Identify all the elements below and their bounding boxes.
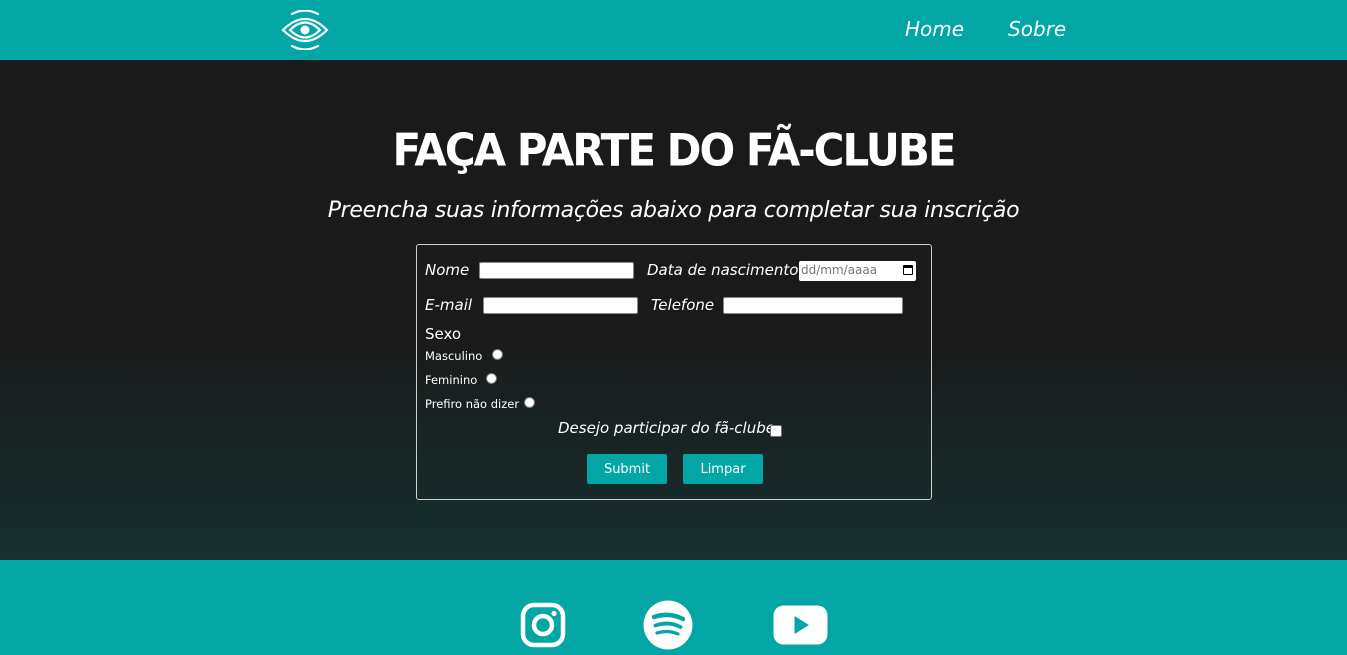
reset-button[interactable]: Limpar bbox=[683, 454, 763, 484]
birth-label: Data de nascimento bbox=[647, 261, 799, 279]
birth-date-input[interactable]: dd/mm/aaaa bbox=[799, 261, 916, 281]
sex-option-prefiro-label: Prefiro não dizer bbox=[425, 397, 520, 411]
spotify-icon[interactable] bbox=[643, 600, 693, 650]
name-input[interactable] bbox=[479, 262, 634, 279]
page-title: Faça parte do fã-clube bbox=[392, 124, 956, 177]
signup-form: Nome Data de nascimento dd/mm/aaaa E-mai… bbox=[416, 244, 932, 500]
main-section: Faça parte do fã-clube Preencha suas inf… bbox=[0, 60, 1347, 560]
sex-prefiro-radio[interactable] bbox=[524, 397, 535, 408]
sex-label: Sexo bbox=[425, 325, 462, 343]
page-subtitle: Preencha suas informações abaixo para co… bbox=[327, 198, 1020, 223]
sex-feminino-radio[interactable] bbox=[486, 373, 497, 384]
sex-masculino-radio[interactable] bbox=[492, 349, 503, 360]
fanclub-checkbox-label: Desejo participar do fã-clube bbox=[558, 419, 775, 437]
phone-label: Telefone bbox=[651, 296, 715, 314]
main-nav: Home Sobre bbox=[905, 17, 1066, 41]
email-input[interactable] bbox=[483, 297, 638, 314]
nav-home-link[interactable]: Home bbox=[905, 17, 964, 41]
fanclub-checkbox[interactable] bbox=[770, 425, 782, 437]
footer bbox=[0, 560, 1347, 655]
youtube-icon[interactable] bbox=[773, 605, 828, 645]
name-label: Nome bbox=[425, 261, 470, 279]
birth-date-placeholder: dd/mm/aaaa bbox=[801, 263, 878, 277]
email-label: E-mail bbox=[425, 296, 473, 314]
header: Home Sobre bbox=[0, 0, 1347, 60]
phone-input[interactable] bbox=[723, 297, 903, 314]
sex-option-feminino-label: Feminino bbox=[425, 373, 478, 387]
instagram-icon[interactable] bbox=[520, 602, 566, 648]
calendar-icon[interactable] bbox=[903, 265, 913, 275]
eye-logo-icon[interactable] bbox=[280, 10, 330, 50]
nav-sobre-link[interactable]: Sobre bbox=[1008, 17, 1066, 41]
submit-button[interactable]: Submit bbox=[587, 454, 667, 484]
sex-option-masculino-label: Masculino bbox=[425, 349, 483, 363]
